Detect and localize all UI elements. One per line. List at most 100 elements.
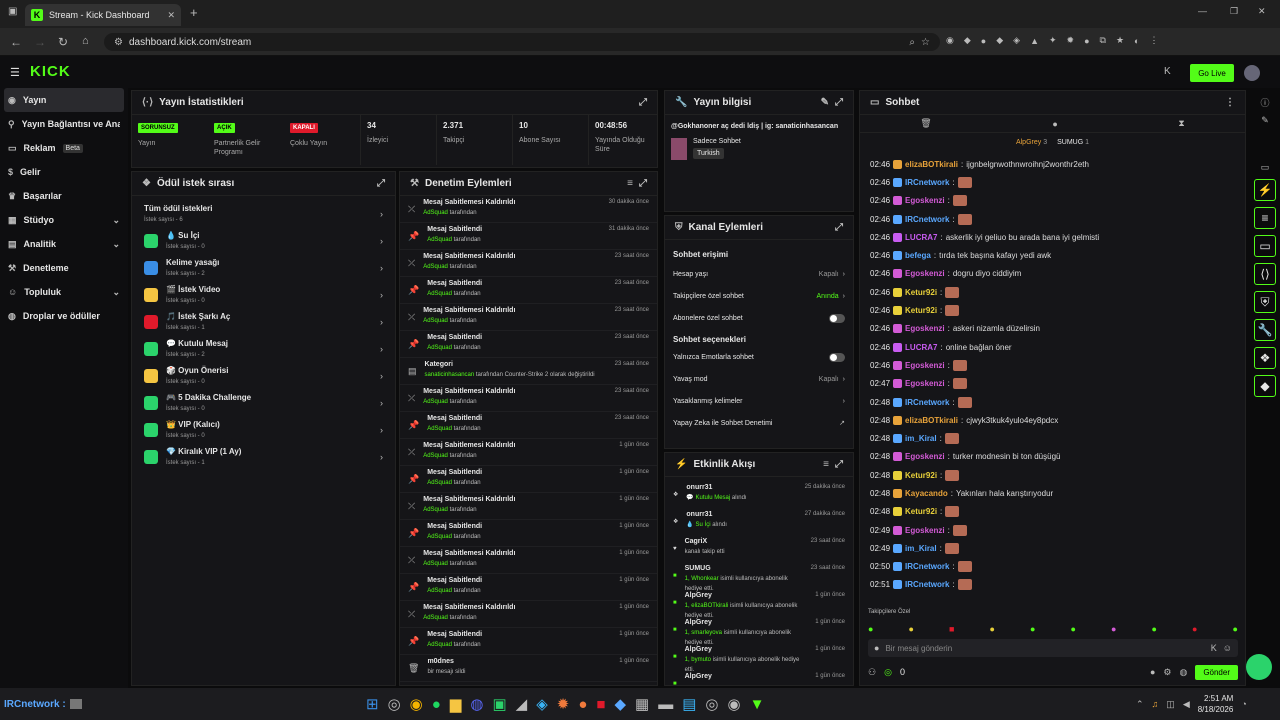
bookmark-star-icon[interactable]: ☆ (921, 37, 930, 48)
chat-message[interactable]: 02:48 elizaBOTkirali: cjwyk3tkuk4yulo4ey8p… (860, 411, 1245, 429)
channel-setting-row[interactable]: Takipçilere özel sohbet Anında › (665, 285, 853, 307)
rail-list-icon[interactable]: ≡ (1254, 207, 1276, 229)
toggle-switch[interactable] (829, 352, 845, 362)
rail-gem-icon[interactable]: ◆ (1254, 375, 1276, 397)
new-tab-icon[interactable]: + (190, 5, 198, 20)
sidebar-item-denetleme[interactable]: ⚒ Denetleme (0, 256, 128, 280)
activity-item[interactable]: ■ SUMUG 1, Whonkear isimli kullanıcıya abo… (665, 562, 853, 592)
chat-message[interactable]: 02:48 Ketur92i: (860, 466, 1245, 484)
chat-username[interactable]: IRCnetwork (905, 398, 949, 407)
chat-message[interactable]: 02:50 IRCnetwork: (860, 558, 1245, 576)
extension-icon[interactable]: ◆ (964, 35, 971, 46)
url-field[interactable]: ⚙ dashboard.kick.com/stream ⌕ ☆ (104, 33, 940, 51)
chat-username[interactable]: Ketur92i (905, 306, 937, 315)
sidebar-item-yayin[interactable]: ◉ Yayın (4, 88, 124, 112)
mod-action-item[interactable]: 📌 Mesaj Sabitlendi AdSquad tarafından 31 da… (400, 223, 657, 250)
kick-emote-icon[interactable]: K (1211, 643, 1217, 653)
app-icon[interactable]: ◎ (705, 695, 718, 713)
chat-username[interactable]: im_Kiral (905, 544, 937, 553)
chat-username[interactable]: Egoskenzi (905, 526, 945, 535)
chat-message[interactable]: 02:46 Ketur92i: (860, 283, 1245, 301)
floating-action-button[interactable] (1246, 654, 1272, 680)
reward-item[interactable]: 🎲 Oyun Önerisi İstek sayısı - 0 › (132, 362, 395, 389)
network-icon[interactable]: ◫ (1166, 699, 1175, 710)
info-icon[interactable]: ⓘ (1260, 96, 1269, 109)
activity-item[interactable]: ❖ onurr31 💬 Kutulu Mesaj alındı 25 dakika ö… (665, 481, 853, 508)
menu-dots-icon[interactable]: ⋮ (1225, 97, 1235, 108)
chat-username[interactable]: LUCRA7 (905, 233, 937, 242)
mod-action-item[interactable]: ⤫ Mesaj Sabitlemesi Kaldırıldı AdSquad tar… (400, 601, 657, 628)
activity-item[interactable]: ♥ CagriX kanalı takip etti 23 saat önce (665, 535, 853, 562)
channel-setting-row[interactable]: Hesap yaşı Kapalı › (665, 263, 853, 285)
mod-action-item[interactable]: ▤ Kategori sanaticinhasancan tarafından Co… (400, 358, 657, 385)
sidebar-item-reklam[interactable]: ▭ Reklam Beta (0, 136, 128, 160)
bookmark-icon[interactable]: ★ (1116, 35, 1124, 46)
reward-all[interactable]: Tüm ödül istekleri İstek sayısı - 6 › (132, 200, 395, 227)
rail-stats-icon[interactable]: ⟨⟩ (1254, 263, 1276, 285)
mod-action-item[interactable]: ⤫ Mesaj Sabitlemesi Kaldırıldı AdSquad tar… (400, 385, 657, 412)
chrome-icon[interactable]: ◉ (410, 695, 423, 713)
chat-username[interactable]: Ketur92i (905, 471, 937, 480)
expand-icon[interactable]: ⤢ (835, 97, 843, 108)
chat-bubble-icon[interactable]: ● (1052, 119, 1057, 129)
gear-icon[interactable]: ⚙ (1163, 667, 1171, 678)
reward-item[interactable]: 🎵 İstek Şarkı Aç İstek sayısı - 1 › (132, 308, 395, 335)
app-icon[interactable]: ▦ (635, 695, 649, 713)
expand-icon[interactable]: ⤢ (639, 178, 647, 189)
reload-icon[interactable]: ↻ (58, 35, 68, 49)
minimize-icon[interactable]: — (1198, 6, 1207, 16)
filter-icon[interactable]: ≡ (823, 459, 829, 470)
app-icon[interactable]: ◆ (614, 695, 626, 713)
app-icon[interactable]: ● (578, 695, 587, 713)
gift-icon[interactable]: ◍ (1179, 667, 1187, 678)
hamburger-icon[interactable]: ☰ (10, 66, 20, 79)
go-live-button[interactable]: Go Live (1190, 64, 1234, 82)
chat-username[interactable]: elizaBOTkirali (905, 160, 958, 169)
chat-username[interactable]: IRCnetwork (905, 178, 949, 187)
extension-icon[interactable]: ● (981, 35, 986, 46)
expand-icon[interactable]: ⤢ (639, 97, 647, 108)
chat-username[interactable]: Egoskenzi (905, 379, 945, 388)
mod-action-item[interactable]: 📌 Mesaj Sabitlendi AdSquad tarafından 1 gün… (400, 574, 657, 601)
sidebar-item-studyo[interactable]: ▦ Stüdyo ⌄ (0, 208, 128, 232)
chevron-up-icon[interactable]: ⌃ (1136, 699, 1144, 710)
rail-reward-icon[interactable]: ❖ (1254, 347, 1276, 369)
chat-message[interactable]: 02:49 Egoskenzi: (860, 521, 1245, 539)
browser-tab[interactable]: K Stream - Kick Dashboard ✕ (25, 4, 181, 26)
chat-message[interactable]: 02:46 IRCnetwork: (860, 173, 1245, 191)
app-icon[interactable]: ▣ (492, 695, 506, 713)
chat-bubble-icon[interactable]: ● (1150, 667, 1155, 677)
emote-icon[interactable]: ● (1233, 621, 1238, 637)
expand-icon[interactable]: ⤢ (835, 459, 843, 470)
chat-input[interactable]: ● Bir mesaj gönderin K ☺ (868, 639, 1238, 657)
extension-icon[interactable]: ◆ (996, 35, 1003, 46)
spotify-icon[interactable]: ● (432, 695, 441, 713)
chat-message[interactable]: 02:48 Ketur92i: (860, 503, 1245, 521)
discord-icon[interactable]: ◍ (470, 695, 483, 713)
expand-icon[interactable]: ⤢ (835, 222, 843, 233)
mod-action-item[interactable]: 📌 Mesaj Sabitlendi AdSquad tarafından 23 sa… (400, 331, 657, 358)
reward-item[interactable]: Kelime yasağı İstek sayısı - 2 › (132, 254, 395, 281)
tag[interactable]: Turkish (693, 148, 724, 159)
chat-username[interactable]: IRCnetwork (905, 215, 949, 224)
notification-icon[interactable]: ◔ (1241, 699, 1246, 709)
toggle-switch[interactable] (829, 313, 845, 323)
chat-username[interactable]: befega (905, 251, 931, 260)
emote-icon[interactable]: ● (1111, 621, 1116, 637)
channel-setting-row[interactable]: Yapay Zeka ile Sohbet Denetimi ↗ (665, 412, 853, 434)
channel-setting-row[interactable]: Yavaş mod Kapalı › (665, 368, 853, 390)
edit-icon[interactable]: ✎ (821, 97, 829, 108)
channel-setting-row[interactable]: Yasaklanmış kelimeler › (665, 390, 853, 412)
chat-message[interactable]: 02:46 Egoskenzi: dogru diyo ciddiyim (860, 265, 1245, 283)
channel-setting-row[interactable]: Yalnızca Emotlarla sohbet (665, 346, 853, 368)
chat-message[interactable]: 02:47 Egoskenzi: (860, 375, 1245, 393)
profile-icon[interactable]: ◐ (1134, 35, 1139, 46)
chat-message[interactable]: 02:46 befega: tırda tek başına kafayı yedi… (860, 246, 1245, 264)
send-button[interactable]: Gönder (1195, 664, 1238, 680)
tv-icon[interactable]: ▭ (1261, 162, 1270, 173)
sidebar-item-stream-key[interactable]: ⚲ Yayın Bağlantısı ve Anahtarı (0, 112, 128, 136)
app-icon[interactable]: ■ (596, 695, 605, 713)
app-icon[interactable]: ▼ (750, 695, 765, 713)
forward-icon[interactable]: → (34, 35, 46, 49)
sidebar-item-analitik[interactable]: ▤ Analitik ⌄ (0, 232, 128, 256)
